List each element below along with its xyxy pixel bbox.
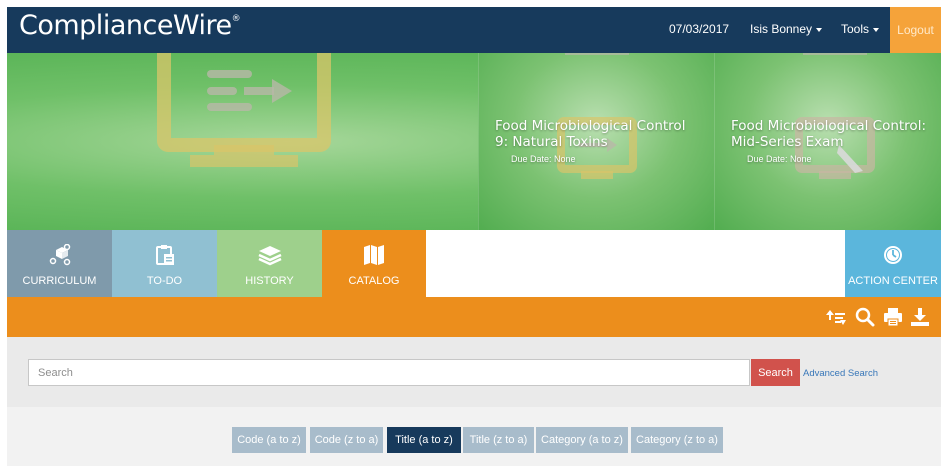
clock-icon [884, 246, 902, 264]
course-card[interactable]: Food Microbiological Control 9: Natural … [478, 53, 714, 230]
sort-code-desc-button[interactable]: Code (z to a) [310, 427, 383, 453]
tools-label: Tools [841, 22, 870, 36]
course-banner: Food Microbiological Control 9: Natural … [7, 53, 941, 230]
brand-name: ComplianceWire [19, 10, 232, 41]
catalog-toolbar [7, 297, 941, 337]
tab-history[interactable]: HISTORY [217, 230, 322, 297]
sort-icon[interactable] [826, 307, 846, 327]
tools-menu[interactable]: Tools [841, 22, 880, 36]
tab-curriculum[interactable]: CURRICULUM [7, 230, 112, 297]
tab-catalog[interactable]: CATALOG [322, 230, 426, 297]
user-name: Isis Bonney [750, 22, 813, 36]
top-navbar: ComplianceWire® 07/03/2017 Isis Bonney T… [7, 7, 941, 53]
tab-action-center[interactable]: ACTION CENTER [845, 230, 941, 297]
course-title[interactable]: Food Microbiological Control: Mid-Series… [731, 118, 926, 150]
current-date: 07/03/2017 [669, 22, 730, 36]
chevron-down-icon [816, 27, 823, 32]
monitor-illustration-icon [157, 53, 331, 167]
chevron-down-icon [873, 27, 880, 32]
download-icon[interactable] [910, 307, 930, 327]
course-title-line: Food Microbiological Control: [731, 118, 926, 134]
course-title-line: 9: Natural Toxins [495, 134, 608, 150]
sort-title-asc-button[interactable]: Title (a to z) [387, 427, 461, 453]
layers-icon [257, 246, 282, 266]
brand-registered-mark: ® [231, 14, 241, 24]
due-date: Due Date: None [511, 154, 576, 164]
tab-label: CURRICULUM [22, 275, 97, 287]
print-icon[interactable] [883, 307, 903, 327]
logout-button[interactable]: Logout [890, 7, 941, 53]
course-title-line: Food Microbiological Control [495, 118, 686, 134]
tab-label: ACTION CENTER [848, 275, 938, 287]
course-card[interactable]: Food Microbiological Control: Mid-Series… [714, 53, 941, 230]
user-menu[interactable]: Isis Bonney [750, 22, 823, 36]
tab-label: CATALOG [348, 275, 400, 287]
search-input[interactable] [28, 359, 750, 386]
tab-label: HISTORY [245, 275, 294, 287]
sort-category-desc-button[interactable]: Category (z to a) [631, 427, 723, 453]
due-date: Due Date: None [747, 154, 812, 164]
curriculum-icon [49, 244, 70, 266]
sort-options: Code (a to z) Code (z to a) Title (a to … [7, 407, 941, 466]
advanced-search-link[interactable]: Advanced Search [803, 368, 878, 379]
search-button[interactable]: Search [751, 359, 800, 386]
search-bar: Search Advanced Search [7, 337, 941, 407]
search-icon[interactable] [855, 307, 875, 327]
book-icon [364, 245, 384, 265]
course-title-line: Mid-Series Exam [731, 134, 844, 150]
tab-to-do[interactable]: TO-DO [112, 230, 217, 297]
brand-logo[interactable]: ComplianceWire® [19, 10, 241, 41]
tab-label: TO-DO [146, 275, 183, 287]
sort-title-desc-button[interactable]: Title (z to a) [463, 427, 534, 453]
main-tabs: CURRICULUM TO-DO HISTORY CATALOG ACTION … [7, 230, 941, 297]
sort-category-asc-button[interactable]: Category (a to z) [536, 427, 628, 453]
clipboard-icon [155, 245, 174, 265]
course-title[interactable]: Food Microbiological Control 9: Natural … [495, 118, 685, 150]
sort-code-asc-button[interactable]: Code (a to z) [232, 427, 306, 453]
